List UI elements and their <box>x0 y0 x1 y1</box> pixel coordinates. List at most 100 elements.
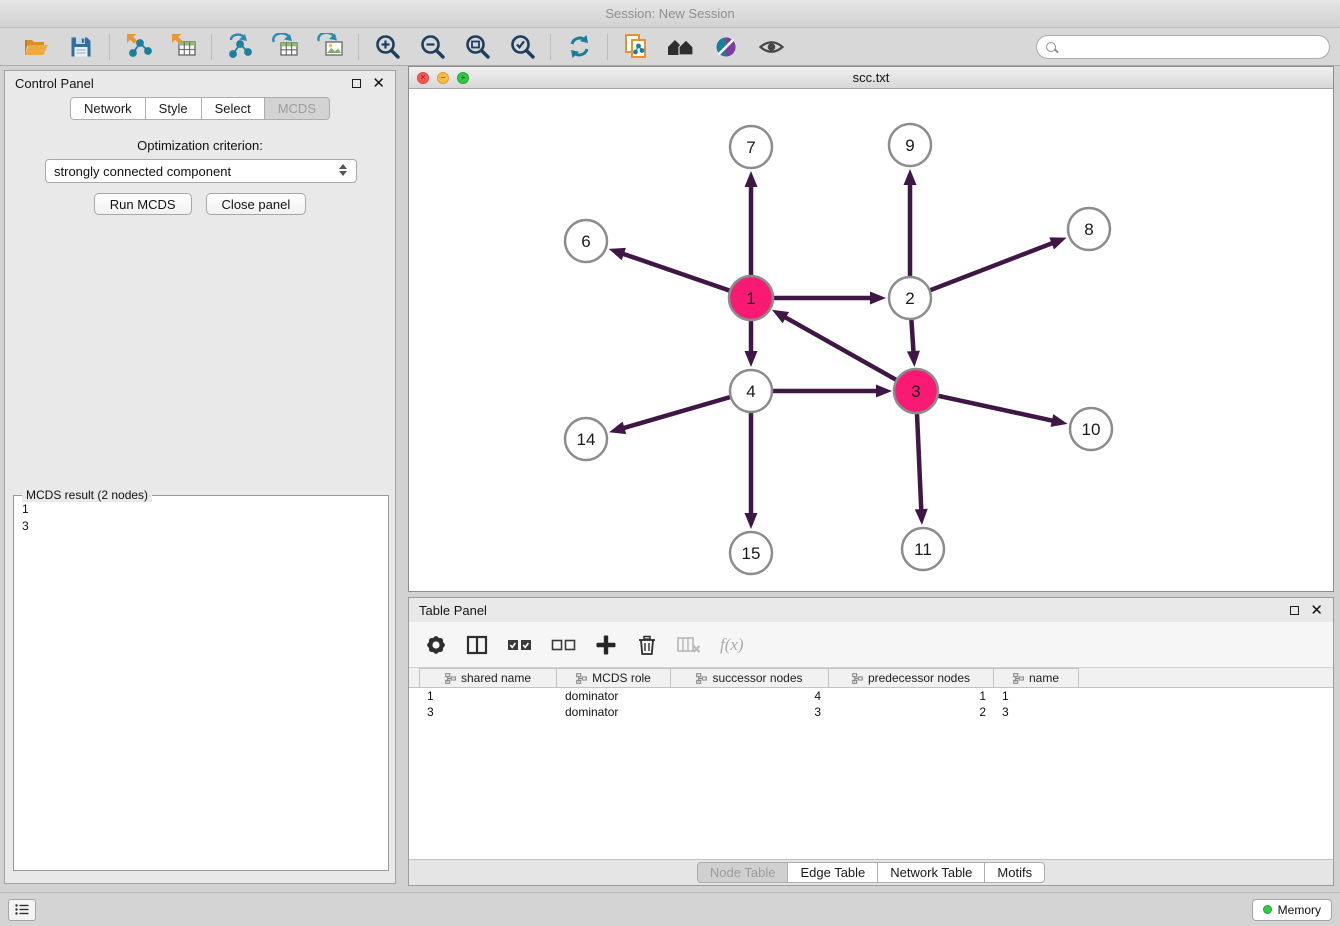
graph-edge-3-1[interactable] <box>783 316 897 381</box>
refresh-layout-icon[interactable] <box>564 32 594 62</box>
table-tab-network-table[interactable]: Network Table <box>878 862 985 883</box>
window-close-icon[interactable]: ✕ <box>417 72 429 84</box>
memory-status-icon <box>1263 905 1272 914</box>
graph-node-3[interactable]: 3 <box>894 369 938 413</box>
run-mcds-button[interactable]: Run MCDS <box>94 193 192 215</box>
window-zoom-icon[interactable]: + <box>457 72 469 84</box>
table-tab-edge-table[interactable]: Edge Table <box>788 862 878 883</box>
network-table-icon[interactable] <box>270 32 300 62</box>
save-session-icon[interactable] <box>66 32 96 62</box>
add-row-icon[interactable] <box>595 634 617 656</box>
graph-node-2[interactable]: 2 <box>889 277 931 319</box>
mcds-result-list: 13 <box>14 496 388 540</box>
column-header-successor-nodes[interactable]: successor nodes <box>671 668 829 687</box>
float-table-panel-icon[interactable] <box>1290 606 1299 615</box>
toolbar-group-refresh <box>551 32 607 62</box>
columns-icon[interactable] <box>466 634 488 656</box>
tab-mcds[interactable]: MCDS <box>265 97 330 120</box>
graph-edge-3-10[interactable] <box>937 395 1055 421</box>
delete-row-icon[interactable] <box>636 634 658 656</box>
table-tab-motifs[interactable]: Motifs <box>985 862 1045 883</box>
table-row[interactable]: 3dominator323 <box>419 704 1333 720</box>
table-cell: dominator <box>557 689 671 703</box>
table-cell: 1 <box>994 689 1079 703</box>
home-layout-icon[interactable] <box>666 32 696 62</box>
result-item[interactable]: 3 <box>22 518 380 535</box>
edge-arrowhead-icon <box>745 351 758 367</box>
column-label: shared name <box>461 671 531 685</box>
zoom-selected-icon[interactable] <box>507 32 537 62</box>
table-row[interactable]: 1dominator411 <box>419 688 1333 704</box>
apply-style-icon[interactable] <box>711 32 741 62</box>
tab-select[interactable]: Select <box>202 97 265 120</box>
status-menu-button[interactable] <box>8 899 36 921</box>
gear-icon[interactable] <box>425 634 447 656</box>
tab-style[interactable]: Style <box>146 97 202 120</box>
graph-node-11[interactable]: 11 <box>902 528 944 570</box>
import-network-icon[interactable] <box>123 32 153 62</box>
graph-node-14[interactable]: 14 <box>565 418 607 460</box>
result-item[interactable]: 1 <box>22 501 380 518</box>
window-minimize-icon[interactable]: − <box>437 72 449 84</box>
graph-node-15[interactable]: 15 <box>730 532 772 574</box>
memory-button[interactable]: Memory <box>1252 899 1332 921</box>
column-header-name[interactable]: name <box>994 668 1079 687</box>
sort-icon <box>576 673 587 684</box>
show-hide-icon[interactable] <box>756 32 786 62</box>
select-all-icon[interactable] <box>507 637 532 653</box>
table-cell: dominator <box>557 705 671 719</box>
table-panel-title: Table Panel <box>419 603 487 618</box>
column-header-predecessor-nodes[interactable]: predecessor nodes <box>829 668 994 687</box>
table-cell: 2 <box>829 705 994 719</box>
dropdown-arrows-icon <box>338 163 348 180</box>
float-panel-icon[interactable] <box>352 79 361 88</box>
criterion-dropdown[interactable]: strongly connected component <box>45 159 357 183</box>
search-box[interactable] <box>1036 35 1330 59</box>
column-header-shared-name[interactable]: shared name <box>419 668 557 687</box>
zoom-fit-icon[interactable] <box>462 32 492 62</box>
deselect-all-icon[interactable] <box>551 637 576 653</box>
graph-edge-4-14[interactable] <box>622 397 731 429</box>
close-panel-icon[interactable]: ✕ <box>372 76 385 91</box>
edge-arrowhead-icon <box>609 248 626 260</box>
table-cell: 1 <box>419 689 557 703</box>
new-network-icon[interactable] <box>225 32 255 62</box>
network-window-titlebar[interactable]: ✕ − + scc.txt <box>409 67 1333 89</box>
mcds-buttons-row: Run MCDS Close panel <box>5 193 395 215</box>
table-panel-header: Table Panel ✕ <box>409 598 1333 622</box>
svg-text:8: 8 <box>1084 220 1093 239</box>
graph-edge-1-6[interactable] <box>621 253 731 291</box>
zoom-out-icon[interactable] <box>417 32 447 62</box>
graph-edge-2-3[interactable] <box>911 319 913 354</box>
sort-icon <box>696 673 707 684</box>
graph-node-4[interactable]: 4 <box>730 370 772 412</box>
zoom-in-icon[interactable] <box>372 32 402 62</box>
table-header-row: shared name MCDS rolesuccessor nodesprede… <box>409 668 1333 688</box>
close-panel-button[interactable]: Close panel <box>206 193 307 215</box>
table-tab-node-table[interactable]: Node Table <box>697 862 789 883</box>
sort-icon <box>445 673 456 684</box>
graph-node-10[interactable]: 10 <box>1070 408 1112 450</box>
graph-node-8[interactable]: 8 <box>1068 208 1110 250</box>
toolbar-group-view <box>608 32 799 62</box>
network-canvas[interactable]: 7 9 6 8 1 2 4 3 14 10 15 11 <box>409 89 1333 591</box>
close-table-panel-icon[interactable]: ✕ <box>1310 603 1323 618</box>
memory-button-label: Memory <box>1278 903 1321 917</box>
graph-node-1[interactable]: 1 <box>729 276 773 320</box>
svg-text:1: 1 <box>746 289 755 308</box>
graph-node-6[interactable]: 6 <box>565 220 607 262</box>
edge-arrowhead-icon <box>870 292 886 305</box>
app-titlebar: Session: New Session <box>0 0 1340 28</box>
graph-node-7[interactable]: 7 <box>730 126 772 168</box>
svg-text:4: 4 <box>746 382 755 401</box>
import-table-icon[interactable] <box>168 32 198 62</box>
graph-edge-2-8[interactable] <box>930 242 1055 290</box>
copy-network-icon[interactable] <box>621 32 651 62</box>
column-header-MCDS-role[interactable]: MCDS role <box>557 668 671 687</box>
export-image-icon[interactable] <box>315 32 345 62</box>
open-session-icon[interactable] <box>21 32 51 62</box>
graph-edge-3-11[interactable] <box>917 412 921 512</box>
search-input[interactable] <box>1062 39 1320 54</box>
graph-node-9[interactable]: 9 <box>889 124 931 166</box>
tab-network[interactable]: Network <box>70 97 146 120</box>
